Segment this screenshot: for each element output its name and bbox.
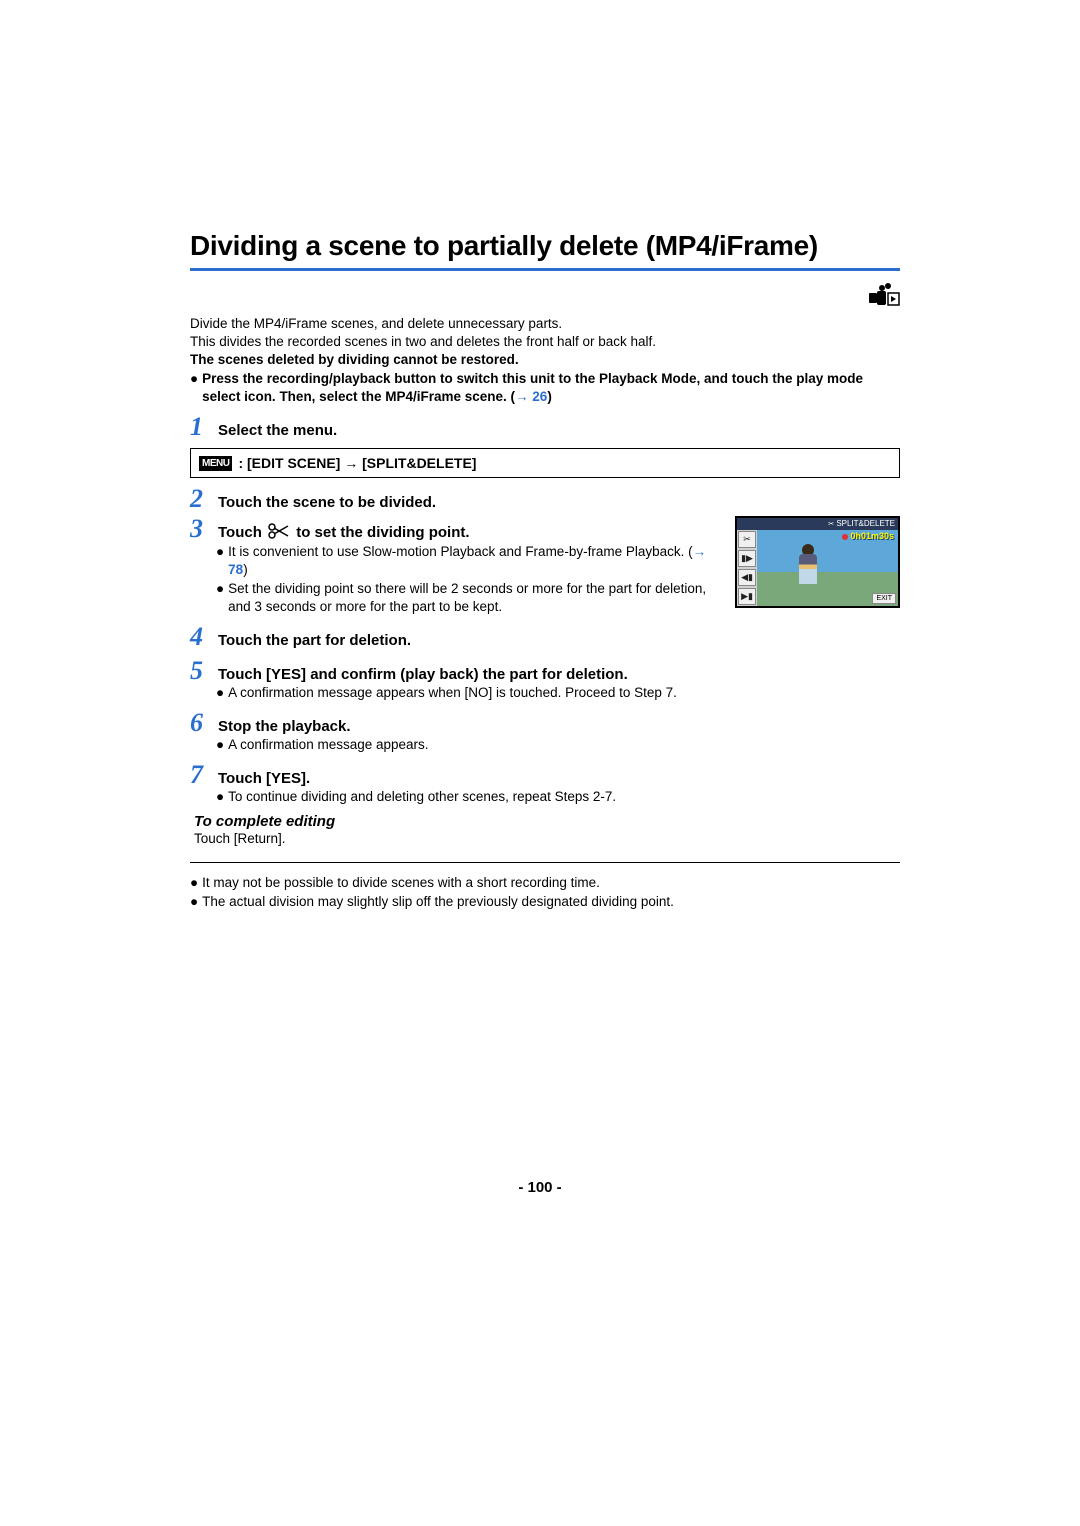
page-number: - 100 -: [0, 1179, 1080, 1196]
page-content: Dividing a scene to partially delete (MP…: [0, 0, 1080, 912]
page-link-26[interactable]: → 26: [515, 389, 547, 404]
intro-line-1: Divide the MP4/iFrame scenes, and delete…: [190, 315, 900, 333]
step-5-bullet: ● A confirmation message appears when [N…: [216, 684, 900, 702]
thumb-header: ✂ SPLIT&DELETE: [737, 518, 898, 530]
playback-mode-icon: [868, 281, 900, 309]
scissors-icon: [268, 523, 290, 543]
step-head: Stop the playback.: [218, 718, 351, 735]
step-head: Select the menu.: [218, 422, 337, 439]
page-title: Dividing a scene to partially delete (MP…: [190, 230, 900, 262]
step-7: 7 Touch [YES]. ● To continue dividing an…: [190, 762, 900, 806]
pause-indicator-icon: [842, 534, 848, 540]
step-7-bullet: ● To continue dividing and deleting othe…: [216, 788, 900, 806]
step-number: 4: [190, 624, 208, 650]
step-6-bullet: ● A confirmation message appears.: [216, 736, 900, 754]
screenshot-thumbnail: ✂ SPLIT&DELETE ✂ ▮▶ ◀▮ ▶▮ 0h01m30s EXIT: [735, 516, 900, 608]
intro-line-3: The scenes deleted by dividing cannot be…: [190, 351, 900, 369]
play-pause-button[interactable]: ▶▮: [738, 588, 756, 605]
bullet-dot: ●: [190, 370, 198, 406]
menu-path-box: MENU : [EDIT SCENE] → [SPLIT&DELETE]: [190, 448, 900, 478]
step-head: Touch the part for deletion.: [218, 632, 411, 649]
scissors-small-icon: ✂: [828, 521, 834, 528]
thumb-preview: 0h01m30s EXIT: [757, 530, 898, 606]
step-number: 3: [190, 516, 208, 542]
step-number: 7: [190, 762, 208, 788]
step-4: 4 Touch the part for deletion.: [190, 624, 900, 650]
step-head: Touch [YES] and confirm (play back) the …: [218, 666, 628, 683]
step-2: 2 Touch the scene to be divided.: [190, 486, 900, 512]
intro-bullet-text: Press the recording/playback button to s…: [202, 370, 900, 406]
step-1: 1 Select the menu.: [190, 414, 900, 440]
step-head: Touch [YES].: [218, 770, 310, 787]
frame-back-button[interactable]: ◀▮: [738, 569, 756, 586]
step-3-bullet-1: ● It is convenient to use Slow-motion Pl…: [216, 543, 725, 579]
complete-editing-title: To complete editing: [194, 813, 900, 830]
note-1: ● It may not be possible to divide scene…: [190, 873, 900, 893]
step-number: 5: [190, 658, 208, 684]
title-underline: [190, 268, 900, 271]
exit-button[interactable]: EXIT: [872, 593, 896, 604]
mode-icon-row: [190, 281, 900, 309]
intro-block: Divide the MP4/iFrame scenes, and delete…: [190, 315, 900, 406]
menu-path-text: : [EDIT SCENE] → [SPLIT&DELETE]: [238, 455, 476, 471]
menu-badge: MENU: [199, 456, 232, 471]
step-3-wrap: ✂ SPLIT&DELETE ✂ ▮▶ ◀▮ ▶▮ 0h01m30s EXIT: [190, 512, 900, 616]
step-number: 2: [190, 486, 208, 512]
complete-editing-body: Touch [Return].: [194, 830, 900, 848]
section-divider: [190, 862, 900, 863]
intro-line-2: This divides the recorded scenes in two …: [190, 333, 900, 351]
step-3-bullet-2: ● Set the dividing point so there will b…: [216, 580, 725, 616]
intro-bullet: ● Press the recording/playback button to…: [190, 370, 900, 406]
step-head: Touch the scene to be divided.: [218, 494, 436, 511]
step-6: 6 Stop the playback. ● A confirmation me…: [190, 710, 900, 754]
note-2: ● The actual division may slightly slip …: [190, 892, 900, 912]
thumb-timer: 0h01m30s: [842, 531, 894, 541]
step-number: 1: [190, 414, 208, 440]
scissors-button[interactable]: ✂: [738, 531, 756, 548]
thumb-sidebar: ✂ ▮▶ ◀▮ ▶▮: [737, 530, 757, 606]
notes-block: ● It may not be possible to divide scene…: [190, 873, 900, 912]
step-number: 6: [190, 710, 208, 736]
step-head: Touch to set the dividing point.: [218, 523, 470, 543]
step-5: 5 Touch [YES] and confirm (play back) th…: [190, 658, 900, 702]
person-illustration: [797, 544, 819, 589]
slow-forward-button[interactable]: ▮▶: [738, 550, 756, 567]
